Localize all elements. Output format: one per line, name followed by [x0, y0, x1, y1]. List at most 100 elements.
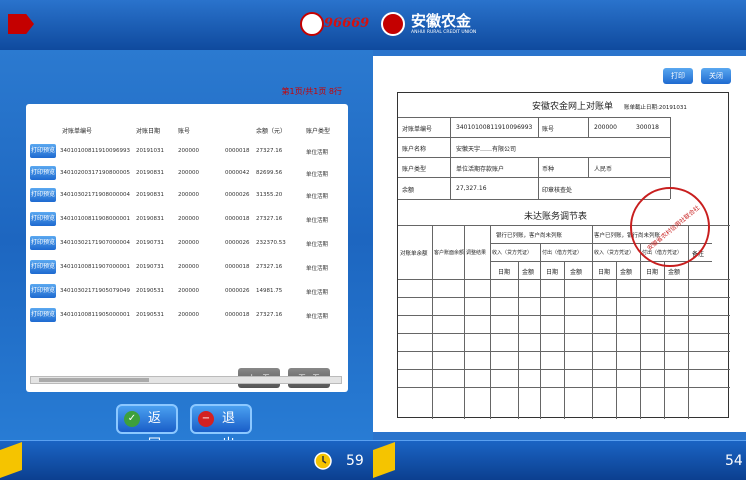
account-type: 单位活期	[306, 172, 329, 178]
exit-icon: −	[198, 411, 214, 427]
header-amount: 金额	[668, 269, 681, 276]
account-prefix: 200000	[178, 240, 199, 246]
col-account: 账号	[178, 128, 191, 135]
account-type: 单位活期	[306, 218, 329, 224]
value-balance: 27,327.16	[456, 185, 487, 192]
header-income: 收入（贷方凭证）	[492, 250, 533, 256]
label-account-type: 账户类型	[402, 166, 427, 173]
statement-no: 34010100811905000001	[60, 312, 130, 318]
reconciliation-title: 未达账务调节表	[524, 212, 588, 222]
brand-arrow-icon	[8, 14, 34, 34]
account-prefix: 200000	[178, 192, 199, 198]
bottom-bar: 59	[0, 440, 373, 480]
scrollbar-thumb[interactable]	[39, 378, 149, 382]
account-type: 单位活期	[306, 290, 329, 296]
left-screen: 96669 第1页/共1页 8行 对账单编号 对账日期 账号 余额（元） 账户类…	[0, 0, 373, 480]
statement-no: 34010100811908000001	[60, 216, 130, 222]
balance: 82699.56	[256, 170, 283, 176]
value-statement-no: 34010100811910096993	[456, 124, 533, 131]
header-customer-balance: 客户账面余额	[434, 250, 465, 256]
top-bar: 安徽农金 ANHUI RURAL CREDIT UNION	[373, 0, 746, 50]
print-button[interactable]: 打印	[663, 68, 693, 84]
account-prefix: 200000	[178, 264, 199, 270]
header-amount: 金额	[570, 269, 583, 276]
account-prefix: 200000	[178, 288, 199, 294]
corner-tag-icon	[0, 441, 22, 479]
print-preview-button[interactable]: 打印预览	[30, 188, 56, 202]
print-preview-button[interactable]: 打印预览	[30, 212, 56, 226]
print-preview-button[interactable]: 打印预览	[30, 284, 56, 298]
table-row: 打印预览 34010100811910096993 20191031 20000…	[26, 142, 348, 160]
balance: 27327.16	[256, 312, 283, 318]
account-type: 单位活期	[306, 266, 329, 272]
print-preview-button[interactable]: 打印预览	[30, 260, 56, 274]
col-balance: 余额（元）	[256, 128, 287, 135]
page-indicator: 第1页/共1页 8行	[281, 87, 342, 96]
print-preview-button[interactable]: 打印预览	[30, 308, 56, 322]
balance: 27327.16	[256, 148, 283, 154]
table-row: 打印预览 34010302171908000004 20190831 20000…	[26, 186, 348, 204]
bottom-bar: 54	[373, 440, 746, 480]
table-row: 打印预览 34010100811905000001 20190531 20000…	[26, 306, 348, 324]
print-preview-button[interactable]: 打印预览	[30, 144, 56, 158]
hotline-number: 96669	[324, 16, 370, 31]
statement-document: 打印 关闭 安徽农金网上对账单 账单截止日期:20191031 对账单编号 34…	[373, 56, 746, 432]
brand-english: ANHUI RURAL CREDIT UNION	[411, 30, 477, 35]
countdown-timer: 59	[346, 453, 364, 469]
account-type: 单位活期	[306, 314, 329, 320]
credit-union-logo-icon	[381, 12, 405, 36]
col-date: 对账日期	[136, 128, 161, 135]
table-row: 打印预览 34010100811908000001 20190831 20000…	[26, 210, 348, 228]
account-type: 单位活期	[306, 194, 329, 200]
header-date: 日期	[546, 269, 559, 276]
statement-date: 20190531	[136, 288, 164, 294]
header-date: 日期	[646, 269, 659, 276]
account-type: 单位活期	[306, 150, 329, 156]
value-account-prefix: 200000	[594, 124, 617, 131]
header-expense: 付出（借方凭证）	[542, 250, 583, 256]
table-row: 打印预览 34010302171907000004 20190731 20000…	[26, 234, 348, 252]
close-button[interactable]: 关闭	[701, 68, 731, 84]
account-type: 单位活期	[306, 242, 329, 248]
hotline-logo-icon	[300, 12, 324, 36]
print-preview-button[interactable]: 打印预览	[30, 166, 56, 180]
brand-name: 安徽农金	[411, 12, 472, 30]
balance: 14981.75	[256, 288, 283, 294]
value-account-name: 安徽天宇……有限公司	[456, 146, 517, 153]
statement-title: 安徽农金网上对账单	[532, 102, 614, 112]
horizontal-scrollbar[interactable]	[30, 376, 342, 384]
account-prefix: 200000	[178, 170, 199, 176]
header-amount: 金额	[620, 269, 633, 276]
statement-no: 34010100811907000001	[60, 264, 130, 270]
statement-no: 34010100811910096993	[60, 148, 130, 154]
account-prefix: 200000	[178, 312, 199, 318]
seal-text: 安徽省农村信用社联合社	[646, 204, 702, 253]
statement-date: 20190531	[136, 312, 164, 318]
statement-no: 34010302171905079049	[60, 288, 130, 294]
balance: 232370.53	[256, 240, 286, 246]
statement-date: 20191031	[136, 148, 164, 154]
statement-date: 20190831	[136, 216, 164, 222]
value-currency: 人民币	[594, 166, 613, 173]
statement-no: 34010200317190800005	[60, 170, 130, 176]
value-account-type: 单位活期存款账户	[456, 166, 505, 173]
label-seal-check: 印章核查处	[542, 187, 573, 194]
alarm-clock-icon	[314, 452, 332, 470]
balance: 27327.16	[256, 264, 283, 270]
exit-button[interactable]: − 退出	[190, 404, 252, 452]
print-preview-button[interactable]: 打印预览	[30, 236, 56, 250]
header-statement-balance: 对账单余额	[400, 251, 428, 257]
label-statement-no: 对账单编号	[402, 126, 433, 133]
col-statement-no: 对账单编号	[62, 128, 93, 135]
table-header: 对账单编号 对账日期 账号 余额（元） 账户类型	[26, 126, 348, 140]
redaction-mask	[201, 142, 225, 318]
label-currency: 币种	[542, 166, 555, 173]
col-account-type: 账户类型	[306, 128, 331, 135]
statement-no: 34010302171908000004	[60, 192, 130, 198]
label-account: 账号	[542, 126, 555, 133]
countdown-timer: 54	[725, 453, 743, 469]
official-seal: 安徽省农村信用社联合社	[630, 187, 710, 267]
corner-tag-icon	[373, 441, 395, 479]
back-button[interactable]: ✓ 返回	[116, 404, 178, 452]
table-row: 打印预览 34010302171905079049 20190531 20000…	[26, 282, 348, 300]
